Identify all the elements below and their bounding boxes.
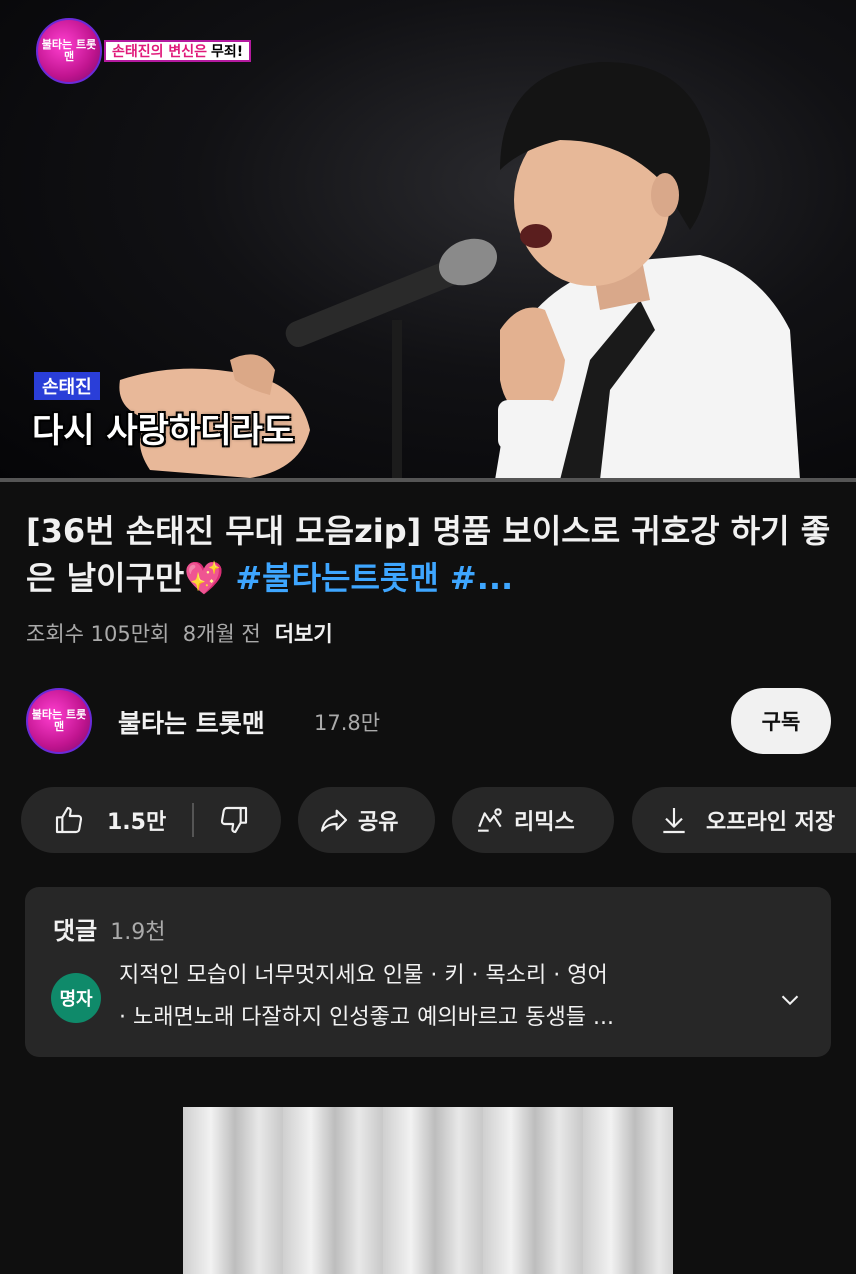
share-label: 공유 <box>358 810 399 835</box>
like-count[interactable]: 1.5만 <box>107 804 166 836</box>
download-label: 오프라인 저장 <box>706 810 836 835</box>
like-dislike-pill: 1.5만 <box>21 787 281 853</box>
video-progress-bar[interactable] <box>0 478 856 482</box>
channel-name[interactable]: 불타는 트롯맨 <box>118 704 265 740</box>
comments-count: 1.9천 <box>110 920 166 945</box>
episode-tag-emphasis: 무죄! <box>211 44 244 60</box>
remix-label: 리믹스 <box>514 810 575 835</box>
comments-header: 댓글 1.9천 <box>53 911 166 946</box>
video-player[interactable]: 불타는 트롯맨 손태진의 변신은 무죄! 손태진 다시 사랑하더라도 <box>0 0 856 480</box>
show-logo: 불타는 트롯맨 <box>36 18 102 84</box>
video-meta[interactable]: 조회수 105만회 8개월 전 더보기 <box>26 618 333 648</box>
video-title[interactable]: [36번 손태진 무대 모음zip] 명품 보이스로 귀호강 하기 좋은 날이구… <box>26 508 836 602</box>
subscribe-button[interactable]: 구독 <box>731 688 831 754</box>
download-button[interactable]: 오프라인 저장 <box>632 787 856 853</box>
commenter-avatar: 명자 <box>51 973 101 1023</box>
chevron-down-icon[interactable] <box>775 985 805 1015</box>
show-logo-text: 불타는 트롯맨 <box>41 38 97 63</box>
comments-card[interactable]: 댓글 1.9천 명자 지적인 모습이 너무멋지세요 인물 · 키 · 목소리 ·… <box>25 887 831 1057</box>
next-video-thumbnail[interactable] <box>183 1107 673 1274</box>
share-icon <box>318 804 350 836</box>
upload-age: 8개월 전 <box>182 622 261 646</box>
video-hashtags[interactable]: #불타는트롯맨 #... <box>235 559 513 597</box>
more-button[interactable]: 더보기 <box>275 622 333 646</box>
subtitle-speaker: 손태진 <box>34 372 100 400</box>
channel-avatar[interactable]: 불타는 트롯맨 <box>26 688 92 754</box>
like-divider <box>192 803 195 837</box>
comments-label: 댓글 <box>53 917 98 945</box>
top-comment: 지적인 모습이 너무멋지세요 인물 · 키 · 목소리 · 영어 · 노래면노래… <box>119 955 769 1039</box>
remix-icon <box>474 804 506 836</box>
subtitle-lyric: 다시 사랑하더라도 <box>32 411 295 451</box>
thumbs-down-icon[interactable] <box>218 804 250 836</box>
subscriber-count: 17.8만 <box>314 711 381 735</box>
top-comment-line: 지적인 모습이 너무멋지세요 인물 · 키 · 목소리 · 영어 <box>119 963 608 988</box>
remix-button[interactable]: 리믹스 <box>452 787 614 853</box>
channel-avatar-text: 불타는 트롯맨 <box>31 708 87 733</box>
top-comment-line: · 노래면노래 다잘하지 인성좋고 예의바르고 동생들 ... <box>119 1005 614 1030</box>
share-button[interactable]: 공유 <box>298 787 435 853</box>
episode-tag-text: 손태진의 변신은 <box>112 44 208 60</box>
download-icon <box>658 804 690 836</box>
episode-tag: 손태진의 변신은 무죄! <box>104 40 252 62</box>
thumbs-up-icon[interactable] <box>53 804 85 836</box>
view-count: 조회수 105만회 <box>26 622 170 646</box>
